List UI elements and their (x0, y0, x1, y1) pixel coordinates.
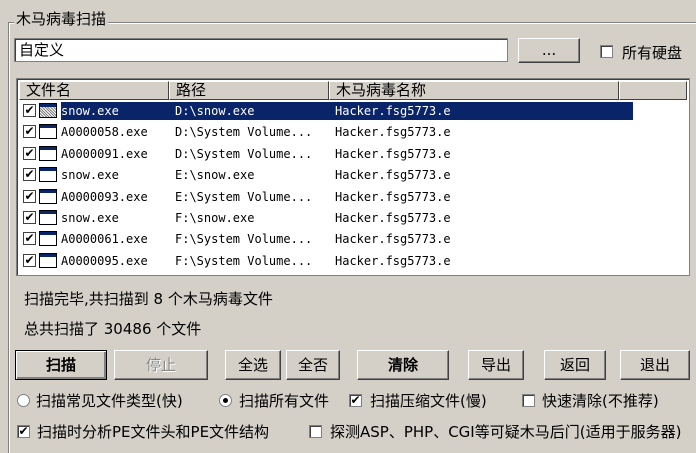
row-checkbox[interactable]: ✔ (23, 168, 36, 182)
exit-button[interactable]: 退出 (620, 350, 690, 380)
cell-path: F:\System Volume... (175, 253, 313, 268)
export-button[interactable]: 导出 (468, 350, 524, 380)
row-checkbox[interactable]: ✔ (23, 146, 36, 160)
backdoor-label: 探测ASP、PHP、CGI等可疑木马后门(适用于服务器) (330, 423, 682, 441)
cell-filename: A0000093.exe (61, 189, 148, 204)
select-none-button[interactable]: 全否 (286, 350, 340, 380)
exe-file-icon (39, 188, 57, 204)
all-files-radio[interactable] (219, 394, 232, 407)
cell-path: E:\snow.exe (175, 168, 255, 183)
table-row[interactable]: ✔ snow.exe D:\snow.exe Hacker.fsg5773.e (21, 101, 633, 121)
row-checkbox[interactable]: ✔ (23, 189, 36, 203)
all-disks-checkbox[interactable] (600, 45, 613, 58)
pe-analysis-checkbox[interactable]: ✔ (17, 425, 30, 438)
exe-file-icon (39, 210, 57, 225)
all-files-label: 扫描所有文件 (239, 392, 330, 410)
status-found: 扫描完毕,共扫描到 8 个木马病毒文件 (24, 290, 273, 308)
column-header-filler (619, 81, 687, 100)
cell-path: F:\System Volume... (175, 232, 313, 247)
cell-path: E:\System Volume... (175, 189, 313, 204)
column-header-filename[interactable]: 文件名 (19, 81, 169, 100)
cell-filename: snow.exe (61, 104, 119, 118)
row-checkbox[interactable]: ✔ (23, 253, 36, 267)
virus-list[interactable]: 文件名 路径 木马病毒名称 ✔ snow.exe D:\snow.exe Hacker… (16, 78, 690, 276)
row-checkbox[interactable]: ✔ (23, 125, 36, 139)
cell-filename: A0000095.exe (61, 253, 148, 268)
path-input[interactable]: 自定义 (14, 38, 508, 62)
exe-file-icon (39, 252, 57, 268)
quick-clean-checkbox[interactable] (522, 394, 535, 407)
cell-virus: Hacker.fsg5773.e (335, 146, 451, 161)
exe-file-icon (39, 124, 57, 140)
cell-path: D:\snow.exe (175, 104, 255, 118)
row-checkbox[interactable]: ✔ (23, 104, 36, 117)
pe-analysis-label: 扫描时分析PE文件头和PE文件结构 (37, 423, 270, 441)
cell-path: F:\snow.exe (175, 211, 255, 225)
select-all-button[interactable]: 全选 (225, 350, 281, 380)
cell-filename: snow.exe (61, 168, 119, 183)
cell-virus: Hacker.fsg5773.e (335, 104, 451, 118)
exe-file-icon (39, 145, 57, 161)
cell-path: D:\System Volume... (175, 146, 313, 161)
compressed-label: 扫描压缩文件(慢) (370, 392, 487, 410)
row-checkbox[interactable]: ✔ (23, 211, 36, 224)
compressed-checkbox[interactable]: ✔ (349, 394, 362, 407)
exe-file-icon (39, 103, 57, 118)
cell-filename: A0000091.exe (61, 146, 148, 161)
back-button[interactable]: 返回 (544, 350, 606, 380)
scan-button[interactable]: 扫描 (15, 350, 107, 380)
quick-clean-label: 快速清除(不推荐) (542, 392, 659, 410)
cell-filename: snow.exe (61, 211, 119, 225)
table-row[interactable]: ✔ A0000061.exe F:\System Volume... Hacker.f… (21, 229, 633, 249)
all-disks-label: 所有硬盘 (622, 44, 683, 62)
table-row[interactable]: ✔ A0000095.exe F:\System Volume... Hacker.f… (21, 251, 633, 271)
cell-virus: Hacker.fsg5773.e (335, 253, 451, 268)
cell-virus: Hacker.fsg5773.e (335, 168, 451, 183)
row-checkbox[interactable]: ✔ (23, 232, 36, 246)
cell-filename: A0000061.exe (61, 232, 148, 247)
cell-virus: Hacker.fsg5773.e (335, 125, 451, 140)
browse-button[interactable]: ... (518, 38, 580, 63)
group-title: 木马病毒扫描 (14, 8, 109, 29)
table-row[interactable]: ✔ snow.exe F:\snow.exe Hacker.fsg5773.e (21, 208, 633, 228)
cell-filename: A0000058.exe (61, 125, 148, 140)
table-row[interactable]: ✔ A0000091.exe D:\System Volume... Hacker.f… (21, 144, 633, 164)
common-types-label: 扫描常见文件类型(快) (36, 392, 183, 410)
clean-button[interactable]: 清除 (357, 350, 449, 380)
exe-file-icon (39, 167, 57, 183)
column-header-path[interactable]: 路径 (169, 81, 329, 100)
cell-virus: Hacker.fsg5773.e (335, 232, 451, 247)
status-total: 总共扫描了 30486 个文件 (24, 320, 202, 338)
backdoor-checkbox[interactable] (309, 425, 322, 438)
table-row[interactable]: ✔ snow.exe E:\snow.exe Hacker.fsg5773.e (21, 165, 633, 185)
cell-virus: Hacker.fsg5773.e (335, 211, 451, 225)
table-row[interactable]: ✔ A0000058.exe D:\System Volume... Hacker.f… (21, 122, 633, 142)
common-types-radio[interactable] (17, 394, 30, 407)
column-header-virus[interactable]: 木马病毒名称 (329, 81, 619, 100)
table-row[interactable]: ✔ A0000093.exe E:\System Volume... Hacker.f… (21, 187, 633, 207)
cell-virus: Hacker.fsg5773.e (335, 189, 451, 204)
stop-button[interactable]: 停止 (114, 350, 208, 380)
exe-file-icon (39, 231, 57, 247)
cell-path: D:\System Volume... (175, 125, 313, 140)
